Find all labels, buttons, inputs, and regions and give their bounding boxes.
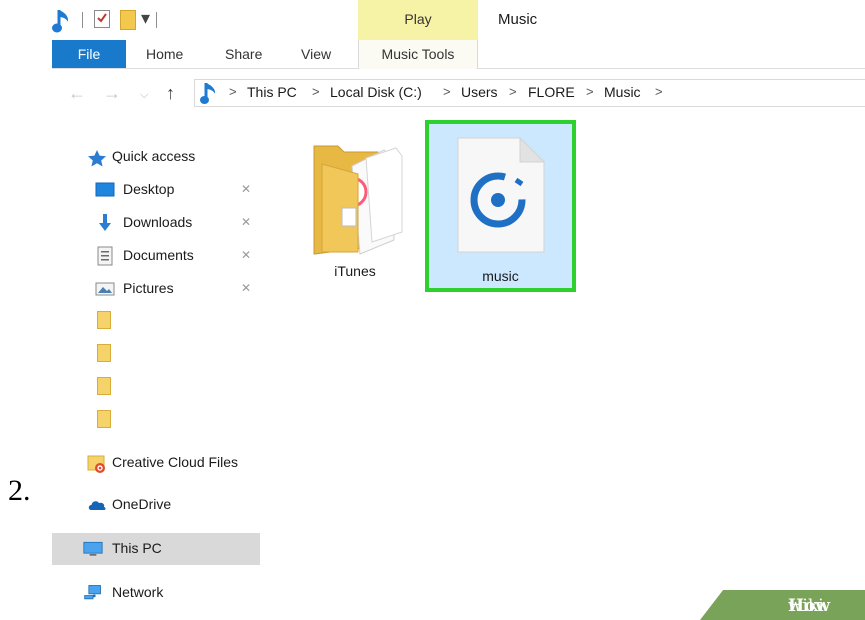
- breadcrumb-this-pc[interactable]: This PC: [247, 84, 297, 100]
- pin-icon[interactable]: ✕: [241, 215, 251, 229]
- file-item-music[interactable]: music: [425, 120, 576, 292]
- pin-icon[interactable]: ✕: [241, 248, 251, 262]
- nav-label-onedrive: OneDrive: [112, 496, 172, 512]
- context-tab-group-play: Play: [358, 0, 478, 40]
- context-tab-group-label: Play: [404, 11, 432, 27]
- breadcrumb-separator[interactable]: >: [229, 84, 237, 99]
- creative-cloud-folder-icon: [87, 455, 105, 473]
- nav-item-documents[interactable]: Documents ✕: [81, 242, 261, 270]
- nav-item-network[interactable]: Network: [81, 579, 261, 607]
- star-icon: [88, 150, 106, 167]
- computer-icon: [83, 541, 103, 556]
- toolbar-separator: [82, 12, 83, 28]
- folder-item-itunes[interactable]: iTunes: [300, 132, 410, 292]
- nav-item-creative-cloud[interactable]: Creative Cloud Files: [81, 449, 261, 477]
- itunes-folder-icon: [313, 145, 403, 255]
- nav-label-network: Network: [112, 584, 164, 600]
- nav-label-this-pc: This PC: [112, 540, 162, 556]
- breadcrumb-flore[interactable]: FLORE: [528, 84, 575, 100]
- desktop-icon: [95, 182, 115, 197]
- forward-arrow-icon[interactable]: →: [103, 82, 121, 104]
- item-label-music: music: [482, 268, 519, 284]
- download-arrow-icon: [99, 214, 111, 231]
- nav-item-this-pc[interactable]: This PC: [81, 535, 261, 563]
- breadcrumb-users[interactable]: Users: [461, 84, 498, 100]
- music-note-icon: [52, 10, 69, 33]
- toolbar-separator: [156, 12, 157, 28]
- music-library-icon: [200, 83, 216, 104]
- nav-label-documents: Documents: [123, 247, 194, 263]
- back-arrow-icon[interactable]: ←: [68, 82, 86, 104]
- breadcrumb-separator[interactable]: >: [655, 84, 663, 99]
- folder-icon: [97, 311, 111, 329]
- customize-toolbar-dropdown-icon[interactable]: ▾: [141, 8, 150, 28]
- cloud-icon: [88, 501, 106, 510]
- wikihow-watermark: wiki How: [700, 590, 865, 620]
- item-label-itunes: iTunes: [334, 263, 376, 279]
- nav-item-folder[interactable]: [81, 341, 121, 369]
- nav-item-downloads[interactable]: Downloads ✕: [81, 209, 261, 237]
- tab-home[interactable]: Home: [146, 40, 183, 68]
- breadcrumb-local-disk[interactable]: Local Disk (C:): [330, 84, 422, 100]
- breadcrumb-music[interactable]: Music: [604, 84, 641, 100]
- breadcrumb-separator[interactable]: >: [509, 84, 517, 99]
- nav-item-folder[interactable]: [81, 374, 121, 402]
- network-icon: [84, 585, 101, 600]
- step-number: 2.: [8, 474, 31, 507]
- new-folder-icon[interactable]: [120, 10, 136, 30]
- breadcrumb-separator[interactable]: >: [312, 84, 320, 99]
- breadcrumb-separator[interactable]: >: [586, 84, 594, 99]
- nav-label-quick-access: Quick access: [112, 148, 196, 164]
- nav-label-creative-cloud: Creative Cloud Files: [112, 454, 239, 470]
- nav-label-desktop: Desktop: [123, 181, 175, 197]
- properties-check-icon[interactable]: [94, 10, 110, 28]
- watermark-how: How: [788, 596, 831, 616]
- document-icon: [97, 246, 113, 266]
- nav-item-desktop[interactable]: Desktop ✕: [81, 176, 261, 204]
- nav-item-pictures[interactable]: Pictures ✕: [81, 275, 261, 303]
- nav-label-pictures: Pictures: [123, 280, 174, 296]
- window-title: Music: [498, 11, 538, 28]
- folder-icon: [97, 344, 111, 362]
- folder-icon: [97, 377, 111, 395]
- nav-label-downloads: Downloads: [123, 214, 193, 230]
- tab-file[interactable]: File: [52, 40, 126, 68]
- breadcrumb-separator[interactable]: >: [443, 84, 451, 99]
- tab-view[interactable]: View: [301, 40, 331, 68]
- groove-music-file-icon: [457, 136, 546, 253]
- folder-icon: [97, 410, 111, 428]
- nav-item-folder[interactable]: [81, 407, 121, 435]
- nav-item-onedrive[interactable]: OneDrive: [81, 491, 261, 519]
- up-arrow-icon[interactable]: ↑: [166, 82, 175, 104]
- pin-icon[interactable]: ✕: [241, 182, 251, 196]
- recent-locations-chevron-icon[interactable]: ⌵: [140, 84, 148, 106]
- tab-share[interactable]: Share: [225, 40, 262, 68]
- pin-icon[interactable]: ✕: [241, 281, 251, 295]
- pictures-icon: [95, 282, 115, 296]
- nav-item-folder[interactable]: [81, 308, 121, 336]
- tab-music-tools[interactable]: Music Tools: [358, 40, 478, 69]
